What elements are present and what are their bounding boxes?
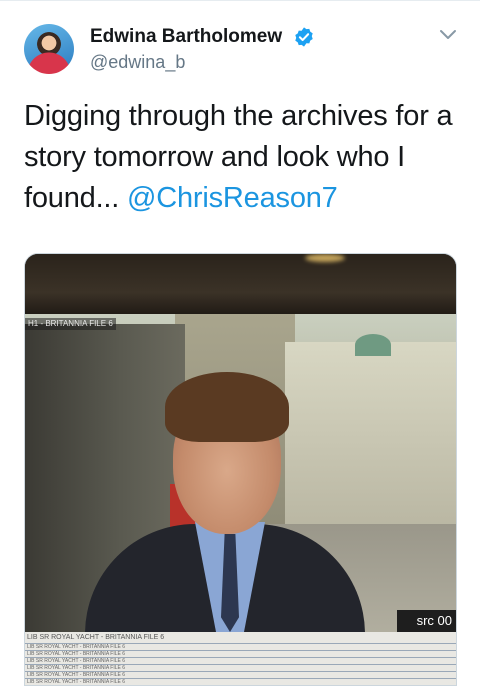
display-name[interactable]: Edwina Bartholomew: [90, 26, 282, 48]
monitor-screen: [25, 314, 456, 632]
verified-badge-icon: [295, 27, 313, 47]
reporter-hair: [165, 372, 289, 442]
building-dome: [355, 334, 391, 356]
monitor-bezel: [25, 254, 456, 318]
file-list: LIB SR ROYAL YACHT - BRITANNIA FILE 6 LI…: [25, 632, 456, 685]
source-label: src 00: [396, 610, 456, 632]
chevron-down-icon[interactable]: [438, 28, 458, 42]
building: [285, 342, 456, 532]
tweet-media-image[interactable]: H1 - BRITANNIA FILE 6 src 00 LIB SR ROYA…: [24, 253, 457, 686]
top-divider: [0, 0, 480, 1]
mention-link[interactable]: @ChrisReason7: [127, 182, 338, 214]
user-handle[interactable]: @edwina_b: [90, 52, 185, 73]
monitor-glare: [305, 254, 345, 262]
file-list-header: LIB SR ROYAL YACHT - BRITANNIA FILE 6: [27, 634, 165, 641]
tweet-text: Digging through the archives for a story…: [24, 96, 464, 219]
avatar[interactable]: [24, 24, 74, 74]
video-title-overlay: H1 - BRITANNIA FILE 6: [25, 318, 116, 330]
